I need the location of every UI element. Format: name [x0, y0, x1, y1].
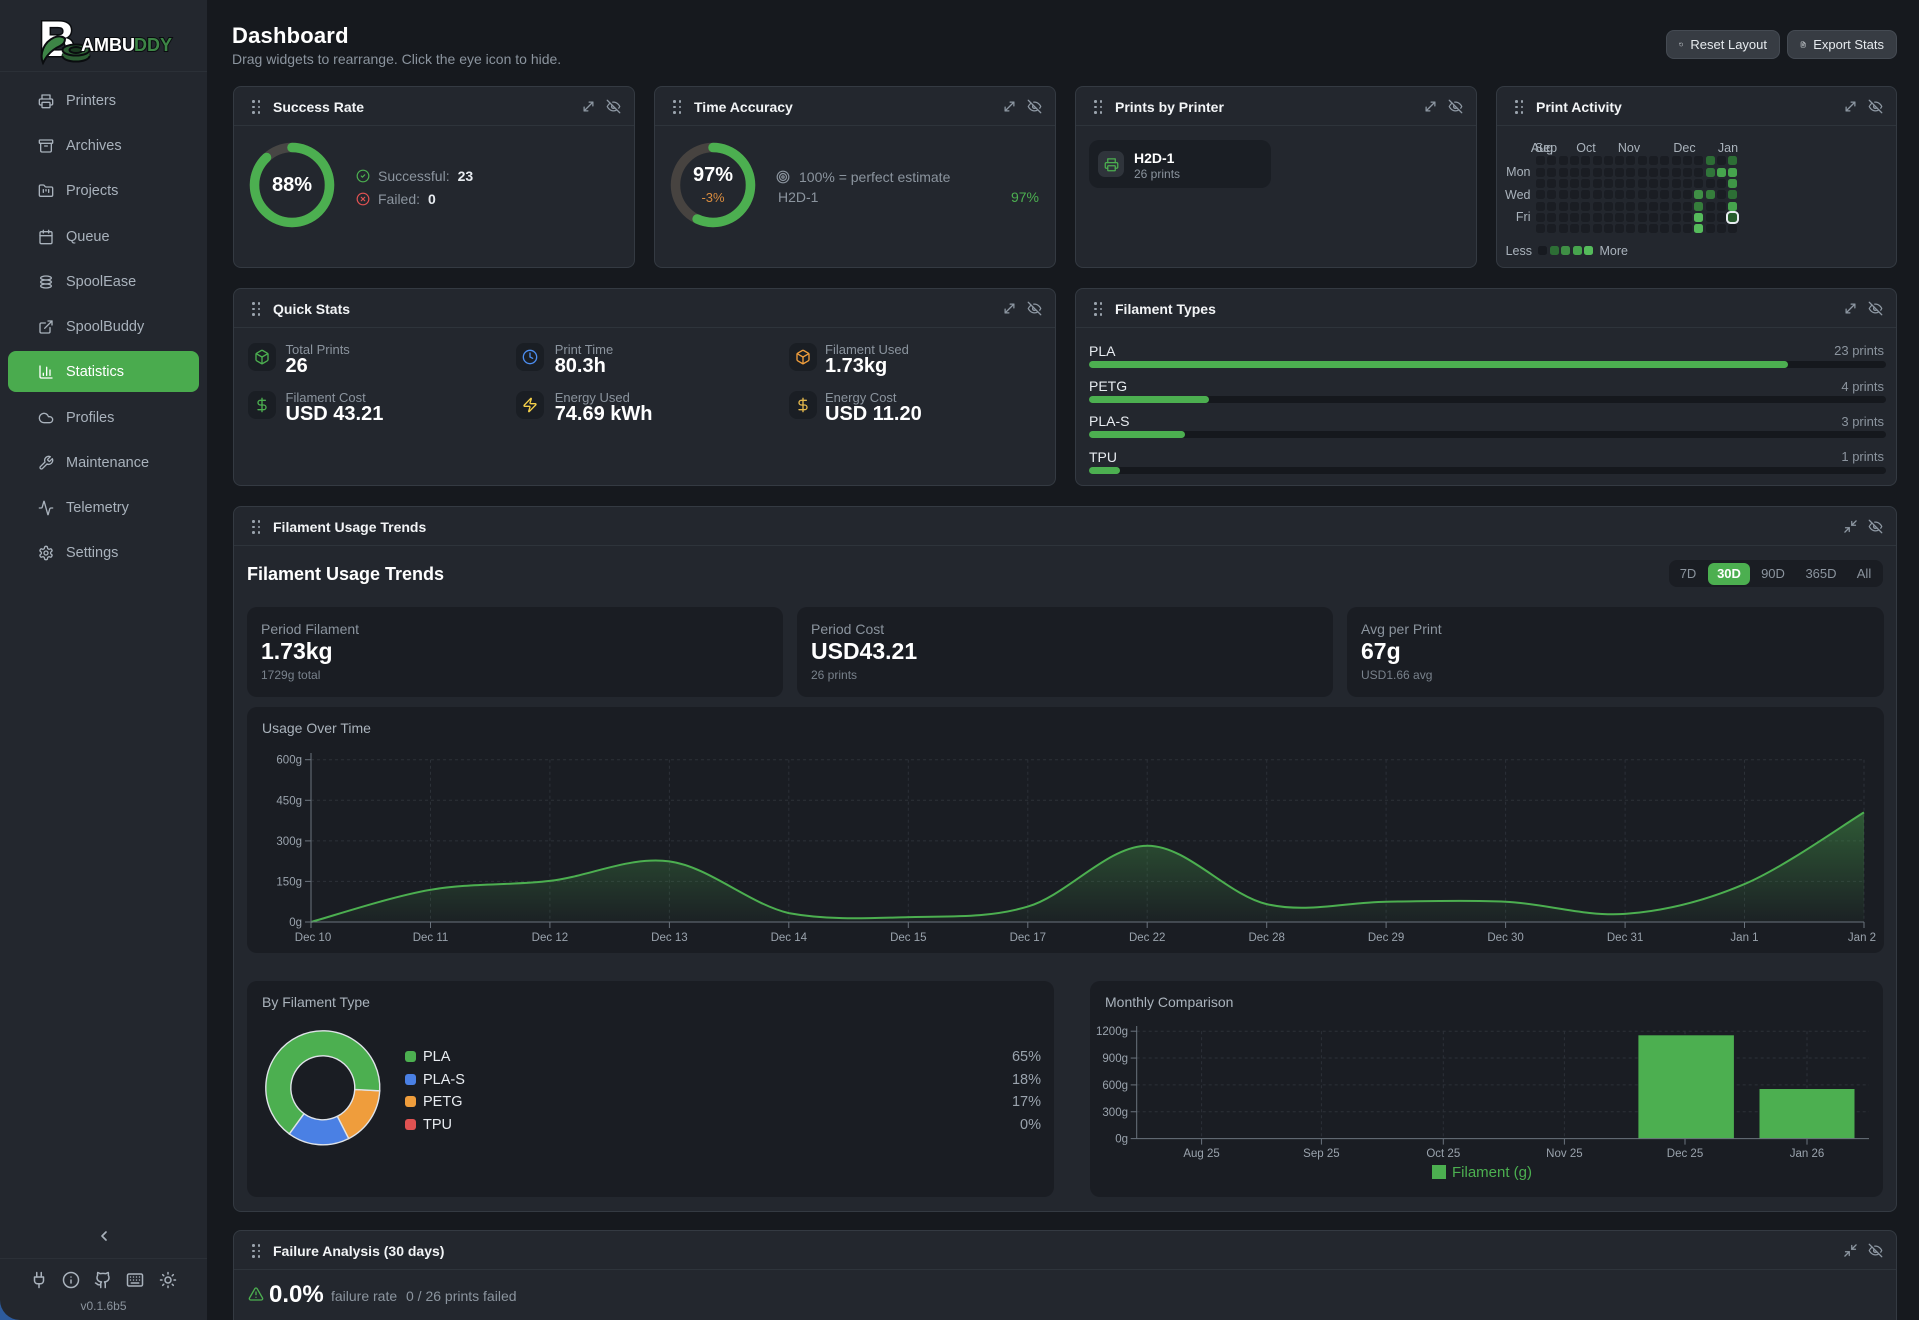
svg-text:900g: 900g — [1102, 1053, 1128, 1065]
svg-text:Dec 14: Dec 14 — [771, 932, 808, 944]
svg-text:Jan 2: Jan 2 — [1848, 932, 1876, 944]
svg-text:600g: 600g — [276, 755, 302, 767]
svg-text:Dec 29: Dec 29 — [1368, 932, 1404, 944]
svg-text:DDY: DDY — [134, 35, 172, 55]
svg-text:Dec 15: Dec 15 — [890, 932, 926, 944]
svg-text:Dec 11: Dec 11 — [413, 932, 449, 944]
svg-text:600g: 600g — [1102, 1080, 1128, 1092]
svg-text:1200g: 1200g — [1096, 1026, 1128, 1038]
svg-text:Dec 22: Dec 22 — [1129, 932, 1165, 944]
svg-text:Sep 25: Sep 25 — [1303, 1148, 1339, 1160]
svg-text:Dec 17: Dec 17 — [1010, 932, 1046, 944]
svg-text:Dec 31: Dec 31 — [1607, 932, 1643, 944]
svg-text:Nov 25: Nov 25 — [1546, 1148, 1582, 1160]
svg-text:Dec 13: Dec 13 — [651, 932, 687, 944]
svg-text:Jan 1: Jan 1 — [1730, 932, 1758, 944]
svg-text:Aug 25: Aug 25 — [1183, 1148, 1219, 1160]
svg-text:AMBU: AMBU — [81, 35, 135, 55]
svg-text:300g: 300g — [276, 836, 302, 848]
svg-text:Oct 25: Oct 25 — [1426, 1148, 1460, 1160]
svg-text:450g: 450g — [276, 795, 302, 807]
svg-text:Dec 12: Dec 12 — [532, 932, 568, 944]
svg-text:Filament (g): Filament (g) — [1452, 1164, 1532, 1181]
svg-text:Jan 26: Jan 26 — [1790, 1148, 1825, 1160]
svg-text:Dec 28: Dec 28 — [1248, 932, 1284, 944]
svg-text:Dec 25: Dec 25 — [1667, 1148, 1703, 1160]
svg-text:300g: 300g — [1102, 1107, 1128, 1119]
svg-text:Dec 10: Dec 10 — [295, 932, 331, 944]
svg-text:0g: 0g — [1115, 1134, 1128, 1146]
svg-text:150g: 150g — [276, 876, 302, 888]
svg-text:Dec 30: Dec 30 — [1487, 932, 1523, 944]
svg-text:0g: 0g — [289, 917, 302, 929]
